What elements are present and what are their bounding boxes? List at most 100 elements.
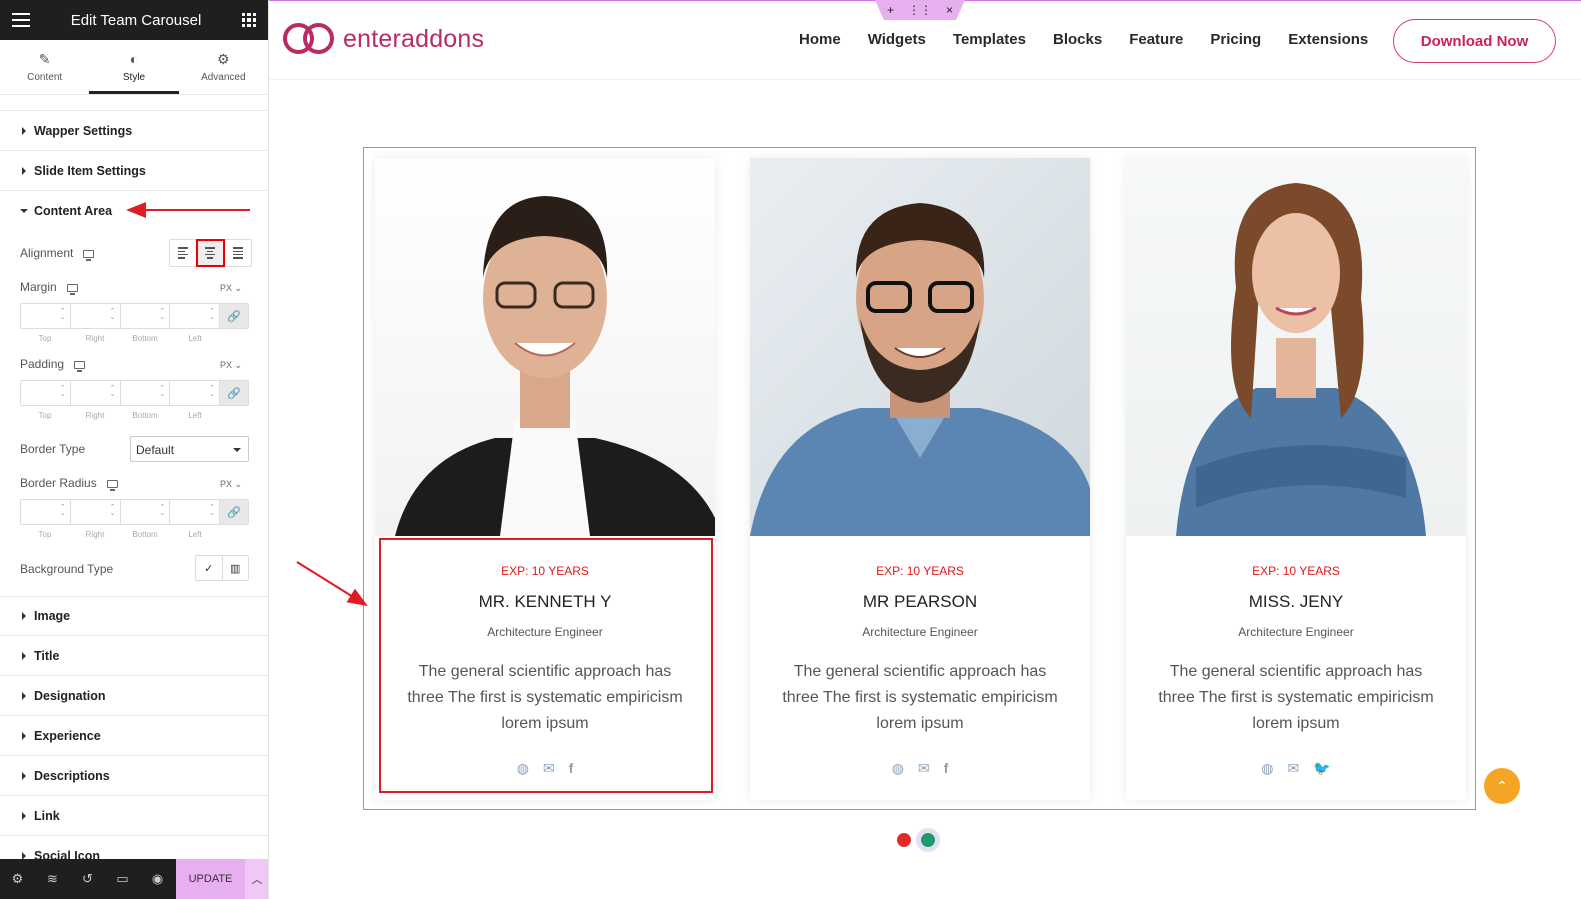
border-radius-unit-select[interactable]: PX ⌄ [220, 479, 242, 490]
background-type-control: ✓ ▥ [195, 555, 249, 581]
section-label: Slide Item Settings [34, 163, 146, 178]
scroll-to-top-button[interactable]: ⌃ [1484, 768, 1520, 804]
close-icon[interactable]: × [946, 3, 953, 17]
tab-content-label: Content [27, 71, 63, 83]
section-label: Wapper Settings [34, 123, 133, 138]
facebook-icon[interactable]: f [944, 760, 949, 777]
section-label: Experience [34, 728, 101, 743]
padding-label-text: Padding [20, 357, 65, 371]
update-button[interactable]: UPDATE [176, 859, 245, 899]
link-values-icon[interactable]: 🔗 [220, 304, 248, 328]
section-content-area[interactable]: Content Area [0, 191, 268, 231]
main-nav: Home Widgets Templates Blocks Feature Pr… [799, 31, 1395, 48]
border-type-select[interactable]: Default [130, 436, 249, 462]
align-left-button[interactable] [170, 240, 197, 266]
site-logo[interactable]: enteraddons [283, 21, 484, 57]
nav-templates[interactable]: Templates [953, 31, 1026, 48]
desktop-icon[interactable] [106, 479, 118, 491]
section-descriptions[interactable]: Descriptions [0, 756, 268, 796]
margin-bottom-input[interactable] [121, 304, 171, 328]
nav-feature[interactable]: Feature [1129, 31, 1183, 48]
social-icons: ◍ ✉ 🐦 [1126, 760, 1466, 777]
widgets-grid-icon[interactable] [242, 13, 256, 27]
team-card[interactable]: EXP: 10 YEARS MISS. JENY Architecture En… [1126, 158, 1466, 800]
section-handle: + ⋮⋮ × [875, 0, 965, 20]
download-now-button[interactable]: Download Now [1393, 19, 1556, 63]
tab-style[interactable]: ◐ Style [89, 40, 179, 94]
preview-eye-icon[interactable]: ◉ [140, 859, 175, 899]
padding-unit-select[interactable]: PX ⌄ [220, 360, 242, 371]
member-description: The general scientific approach has thre… [1158, 663, 1434, 732]
padding-top-input[interactable] [21, 381, 71, 405]
padding-inputs: 🔗 [20, 380, 249, 406]
margin-top-input[interactable] [21, 304, 71, 328]
padding-left-input[interactable] [170, 381, 220, 405]
radius-right-input[interactable] [71, 500, 121, 524]
dim-top: Top [38, 411, 52, 420]
radius-bottom-input[interactable] [121, 500, 171, 524]
team-card[interactable]: EXP: 10 YEARS MR PEARSON Architecture En… [750, 158, 1090, 800]
nav-widgets[interactable]: Widgets [868, 31, 926, 48]
margin-unit-select[interactable]: PX ⌄ [220, 283, 242, 294]
globe-icon[interactable]: ◍ [892, 760, 904, 777]
experience-text: EXP: 10 YEARS [1252, 564, 1340, 578]
unit-label: PX [219, 360, 232, 370]
align-justify-button[interactable] [224, 240, 251, 266]
menu-icon[interactable] [12, 13, 30, 27]
carousel-dot-active[interactable] [921, 833, 935, 847]
padding-right-input[interactable] [71, 381, 121, 405]
mail-icon[interactable]: ✉ [918, 760, 930, 777]
team-photo [750, 158, 1090, 536]
link-values-icon[interactable]: 🔗 [220, 381, 248, 405]
desktop-icon[interactable] [66, 283, 78, 295]
desktop-icon[interactable] [74, 360, 86, 372]
mail-icon[interactable]: ✉ [1288, 760, 1300, 777]
member-description: The general scientific approach has thre… [782, 663, 1058, 732]
padding-bottom-input[interactable] [121, 381, 171, 405]
person-photo-icon [750, 203, 1090, 536]
tab-content[interactable]: ✎ Content [0, 40, 89, 94]
dim-bottom: Bottom [132, 411, 158, 420]
globe-icon[interactable]: ◍ [1261, 760, 1273, 777]
panel-footer: ⚙ ≋ ↺ ▭ ◉ UPDATE ︿ [0, 859, 268, 899]
responsive-icon[interactable]: ▭ [105, 859, 140, 899]
person-photo-icon [1176, 183, 1426, 536]
chevron-up-icon[interactable]: ︿ [245, 859, 268, 899]
desktop-icon[interactable] [83, 249, 95, 261]
dim-bottom: Bottom [132, 530, 158, 539]
settings-icon[interactable]: ⚙ [0, 859, 35, 899]
pencil-icon: ✎ [38, 50, 51, 67]
history-icon[interactable]: ↺ [70, 859, 105, 899]
nav-home[interactable]: Home [799, 31, 841, 48]
carousel-dot[interactable] [897, 833, 911, 847]
section-designation[interactable]: Designation [0, 676, 268, 716]
team-card-body: EXP: 10 YEARS MISS. JENY Architecture En… [1126, 536, 1466, 777]
section-wapper-settings[interactable]: Wapper Settings [0, 111, 268, 151]
radius-left-input[interactable] [170, 500, 220, 524]
section-experience[interactable]: Experience [0, 716, 268, 756]
section-title[interactable]: Title [0, 636, 268, 676]
team-photo [375, 158, 715, 536]
nav-pricing[interactable]: Pricing [1210, 31, 1261, 48]
gradient-icon[interactable]: ▥ [223, 556, 249, 580]
align-center-button[interactable] [196, 239, 225, 267]
gear-icon: ⚙ [217, 50, 230, 67]
margin-right-input[interactable] [71, 304, 121, 328]
brush-icon[interactable]: ✓ [196, 556, 223, 580]
margin-left-input[interactable] [170, 304, 220, 328]
link-values-icon[interactable]: 🔗 [220, 500, 248, 524]
drag-handle-icon[interactable]: ⋮⋮ [908, 3, 932, 17]
dim-right: Right [85, 530, 105, 539]
nav-blocks[interactable]: Blocks [1053, 31, 1102, 48]
add-section-icon[interactable]: + [887, 3, 894, 17]
radius-top-input[interactable] [21, 500, 71, 524]
twitter-icon[interactable]: 🐦 [1313, 760, 1330, 777]
layers-icon[interactable]: ≋ [35, 859, 70, 899]
nav-extensions[interactable]: Extensions [1288, 31, 1368, 48]
padding-label: Padding [20, 357, 86, 372]
section-slide-item-settings[interactable]: Slide Item Settings [0, 151, 268, 191]
tab-advanced[interactable]: ⚙ Advanced [179, 40, 268, 94]
section-image[interactable]: Image [0, 596, 268, 636]
dim-left: Left [188, 530, 202, 539]
section-link[interactable]: Link [0, 796, 268, 836]
